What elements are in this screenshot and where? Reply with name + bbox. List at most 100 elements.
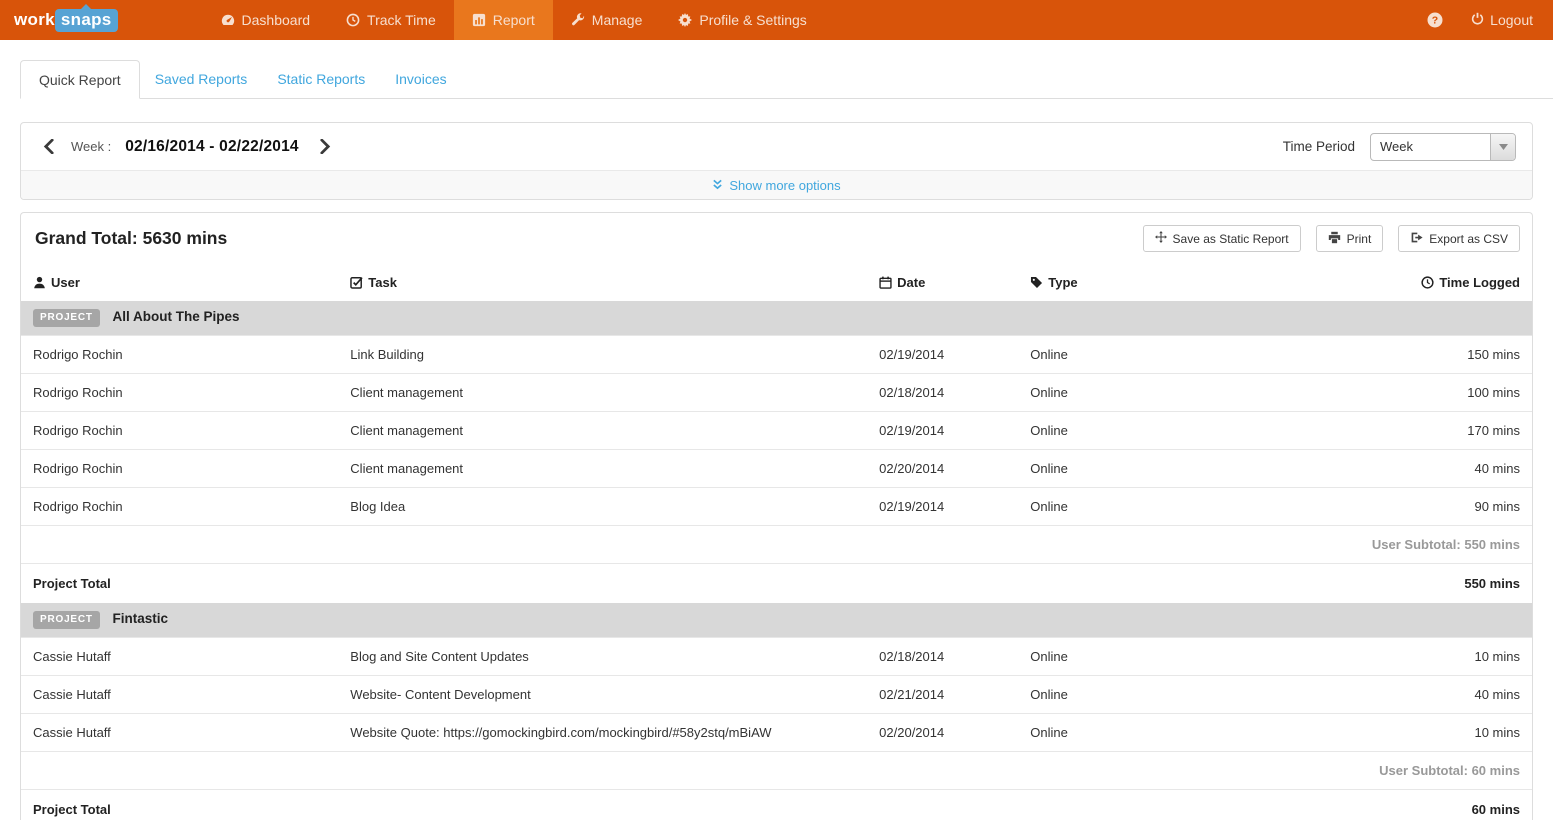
export-as-csv-label: Export as CSV	[1429, 232, 1508, 246]
help-icon[interactable]: ?	[1427, 12, 1443, 28]
worksnaps-logo[interactable]: worksnaps	[14, 9, 118, 32]
double-chevron-down-icon	[712, 178, 723, 193]
cell-time: 40 mins	[1230, 676, 1532, 714]
table-row: Rodrigo Rochin Link Building 02/19/2014 …	[21, 336, 1532, 374]
export-as-csv-button[interactable]: Export as CSV	[1398, 225, 1520, 252]
previous-week-button[interactable]	[37, 137, 61, 156]
chevron-down-icon	[1490, 134, 1515, 160]
table-row: Cassie Hutaff Website- Content Developme…	[21, 676, 1532, 714]
export-icon	[1410, 231, 1423, 247]
cell-date: 02/20/2014	[867, 714, 1018, 752]
save-as-static-report-button[interactable]: Save as Static Report	[1143, 225, 1301, 252]
cell-type: Online	[1018, 336, 1230, 374]
cell-task: Website- Content Development	[338, 676, 867, 714]
clock-icon	[1421, 277, 1434, 292]
tab-static-reports[interactable]: Static Reports	[262, 60, 380, 98]
nav-item-label: Profile & Settings	[699, 12, 806, 28]
time-period-value: Week	[1371, 134, 1490, 160]
user-subtotal: User Subtotal: 550 mins	[21, 526, 1532, 564]
user-subtotal-row: User Subtotal: 60 mins	[21, 752, 1532, 790]
nav-item-profile-settings[interactable]: Profile & Settings	[660, 0, 824, 40]
cell-type: Online	[1018, 450, 1230, 488]
table-row: Rodrigo Rochin Client management 02/20/2…	[21, 450, 1532, 488]
filter-more-strip: Show more options	[21, 170, 1532, 199]
calendar-icon	[879, 277, 892, 292]
show-more-options-label: Show more options	[729, 178, 840, 193]
nav-item-label: Manage	[592, 12, 643, 28]
nav-item-label: Report	[493, 12, 535, 28]
project-badge: PROJECT	[33, 309, 100, 327]
time-period-select[interactable]: Week	[1370, 133, 1516, 161]
move-plus-icon	[1155, 231, 1167, 246]
table-row: Cassie Hutaff Website Quote: https://gom…	[21, 714, 1532, 752]
tab-quick-report[interactable]: Quick Report	[20, 60, 140, 99]
cell-user: Rodrigo Rochin	[21, 412, 338, 450]
column-header-task: Task	[338, 264, 867, 301]
cell-task: Blog and Site Content Updates	[338, 638, 867, 676]
time-period-group: Time Period Week	[1283, 133, 1516, 161]
logo-text-snaps: snaps	[55, 9, 118, 32]
cell-time: 10 mins	[1230, 714, 1532, 752]
cell-time: 10 mins	[1230, 638, 1532, 676]
project-total-label: Project Total	[21, 564, 1230, 604]
save-as-static-report-label: Save as Static Report	[1173, 232, 1289, 246]
nav-item-track-time[interactable]: Track Time	[328, 0, 454, 40]
project-header-row: PROJECT All About The Pipes	[21, 301, 1532, 336]
navbar-right: ? Logout	[1427, 12, 1553, 28]
cell-task: Website Quote: https://gomockingbird.com…	[338, 714, 867, 752]
dashboard-icon	[221, 13, 235, 27]
report-table: User Task Date Type Time Logged	[21, 264, 1532, 820]
logout-label: Logout	[1490, 12, 1533, 28]
tag-icon	[1030, 277, 1043, 292]
week-label: Week :	[71, 139, 111, 154]
tab-invoices[interactable]: Invoices	[380, 60, 461, 98]
nav-item-label: Dashboard	[242, 12, 311, 28]
project-name: Fintastic	[112, 611, 168, 626]
show-more-options-link[interactable]: Show more options	[712, 178, 840, 193]
next-week-button[interactable]	[313, 137, 337, 156]
column-header-time-logged: Time Logged	[1230, 264, 1532, 301]
tab-saved-reports[interactable]: Saved Reports	[140, 60, 263, 98]
print-button[interactable]: Print	[1316, 225, 1384, 252]
gear-icon	[678, 13, 692, 27]
user-subtotal: User Subtotal: 60 mins	[21, 752, 1532, 790]
cell-type: Online	[1018, 676, 1230, 714]
project-header-row: PROJECT Fintastic	[21, 603, 1532, 638]
project-total-row: Project Total 550 mins	[21, 564, 1532, 604]
logout-button[interactable]: Logout	[1471, 12, 1533, 28]
cell-task: Client management	[338, 450, 867, 488]
svg-text:?: ?	[1432, 15, 1438, 27]
project-total-value: 60 mins	[1230, 790, 1532, 820]
table-row: Cassie Hutaff Blog and Site Content Upda…	[21, 638, 1532, 676]
cell-user: Rodrigo Rochin	[21, 488, 338, 526]
print-label: Print	[1347, 232, 1372, 246]
project-total-row: Project Total 60 mins	[21, 790, 1532, 820]
cell-user: Rodrigo Rochin	[21, 374, 338, 412]
column-header-type: Type	[1018, 264, 1230, 301]
nav-item-report[interactable]: Report	[454, 0, 553, 40]
date-range: 02/16/2014 - 02/22/2014	[125, 138, 299, 156]
cell-date: 02/18/2014	[867, 638, 1018, 676]
cell-date: 02/19/2014	[867, 412, 1018, 450]
report-header: Grand Total: 5630 mins Save as Static Re…	[21, 213, 1532, 264]
cell-user: Rodrigo Rochin	[21, 450, 338, 488]
nav-item-dashboard[interactable]: Dashboard	[203, 0, 329, 40]
cell-date: 02/19/2014	[867, 488, 1018, 526]
cell-user: Cassie Hutaff	[21, 638, 338, 676]
project-total-value: 550 mins	[1230, 564, 1532, 604]
table-row: Rodrigo Rochin Blog Idea 02/19/2014 Onli…	[21, 488, 1532, 526]
cell-time: 170 mins	[1230, 412, 1532, 450]
column-header-user: User	[21, 264, 338, 301]
cell-user: Cassie Hutaff	[21, 714, 338, 752]
cell-time: 40 mins	[1230, 450, 1532, 488]
cell-type: Online	[1018, 488, 1230, 526]
grand-total: Grand Total: 5630 mins	[35, 228, 227, 249]
printer-icon	[1328, 231, 1341, 247]
bar-chart-icon	[472, 13, 486, 27]
user-subtotal-row: User Subtotal: 550 mins	[21, 526, 1532, 564]
cell-type: Online	[1018, 714, 1230, 752]
clock-icon	[346, 13, 360, 27]
nav-item-manage[interactable]: Manage	[553, 0, 661, 40]
task-check-icon	[350, 277, 363, 292]
logo-text-work: work	[14, 10, 55, 30]
